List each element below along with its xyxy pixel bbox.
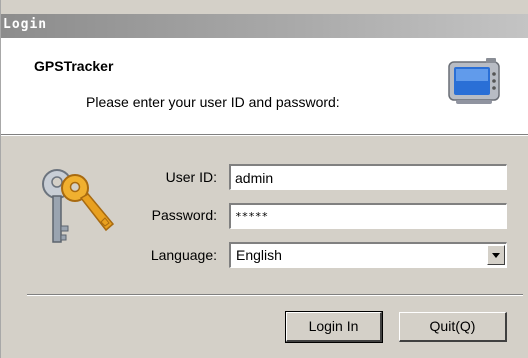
user-id-input[interactable] [229, 164, 507, 190]
quit-button[interactable]: Quit(Q) [399, 312, 507, 342]
password-label: Password: [151, 207, 217, 223]
login-prompt: Please enter your user ID and password: [86, 94, 340, 110]
chevron-down-icon [492, 253, 500, 258]
header-divider [1, 134, 528, 136]
login-button[interactable]: Login In [286, 312, 382, 342]
language-label: Language: [150, 247, 217, 263]
window-title: Login [3, 17, 48, 32]
title-bar[interactable]: Login [1, 14, 528, 38]
login-dialog: Login GPSTracker Please enter your user … [0, 0, 528, 358]
language-select[interactable]: English [229, 242, 507, 268]
user-id-label: User ID: [165, 169, 217, 185]
language-dropdown-button[interactable] [487, 245, 505, 265]
gps-device-icon [448, 58, 500, 104]
app-name: GPSTracker [34, 58, 114, 74]
language-selected-value: English [236, 247, 282, 263]
dialog-header: GPSTracker Please enter your user ID and… [1, 38, 528, 134]
password-input[interactable] [229, 203, 507, 229]
footer-divider [27, 294, 523, 296]
